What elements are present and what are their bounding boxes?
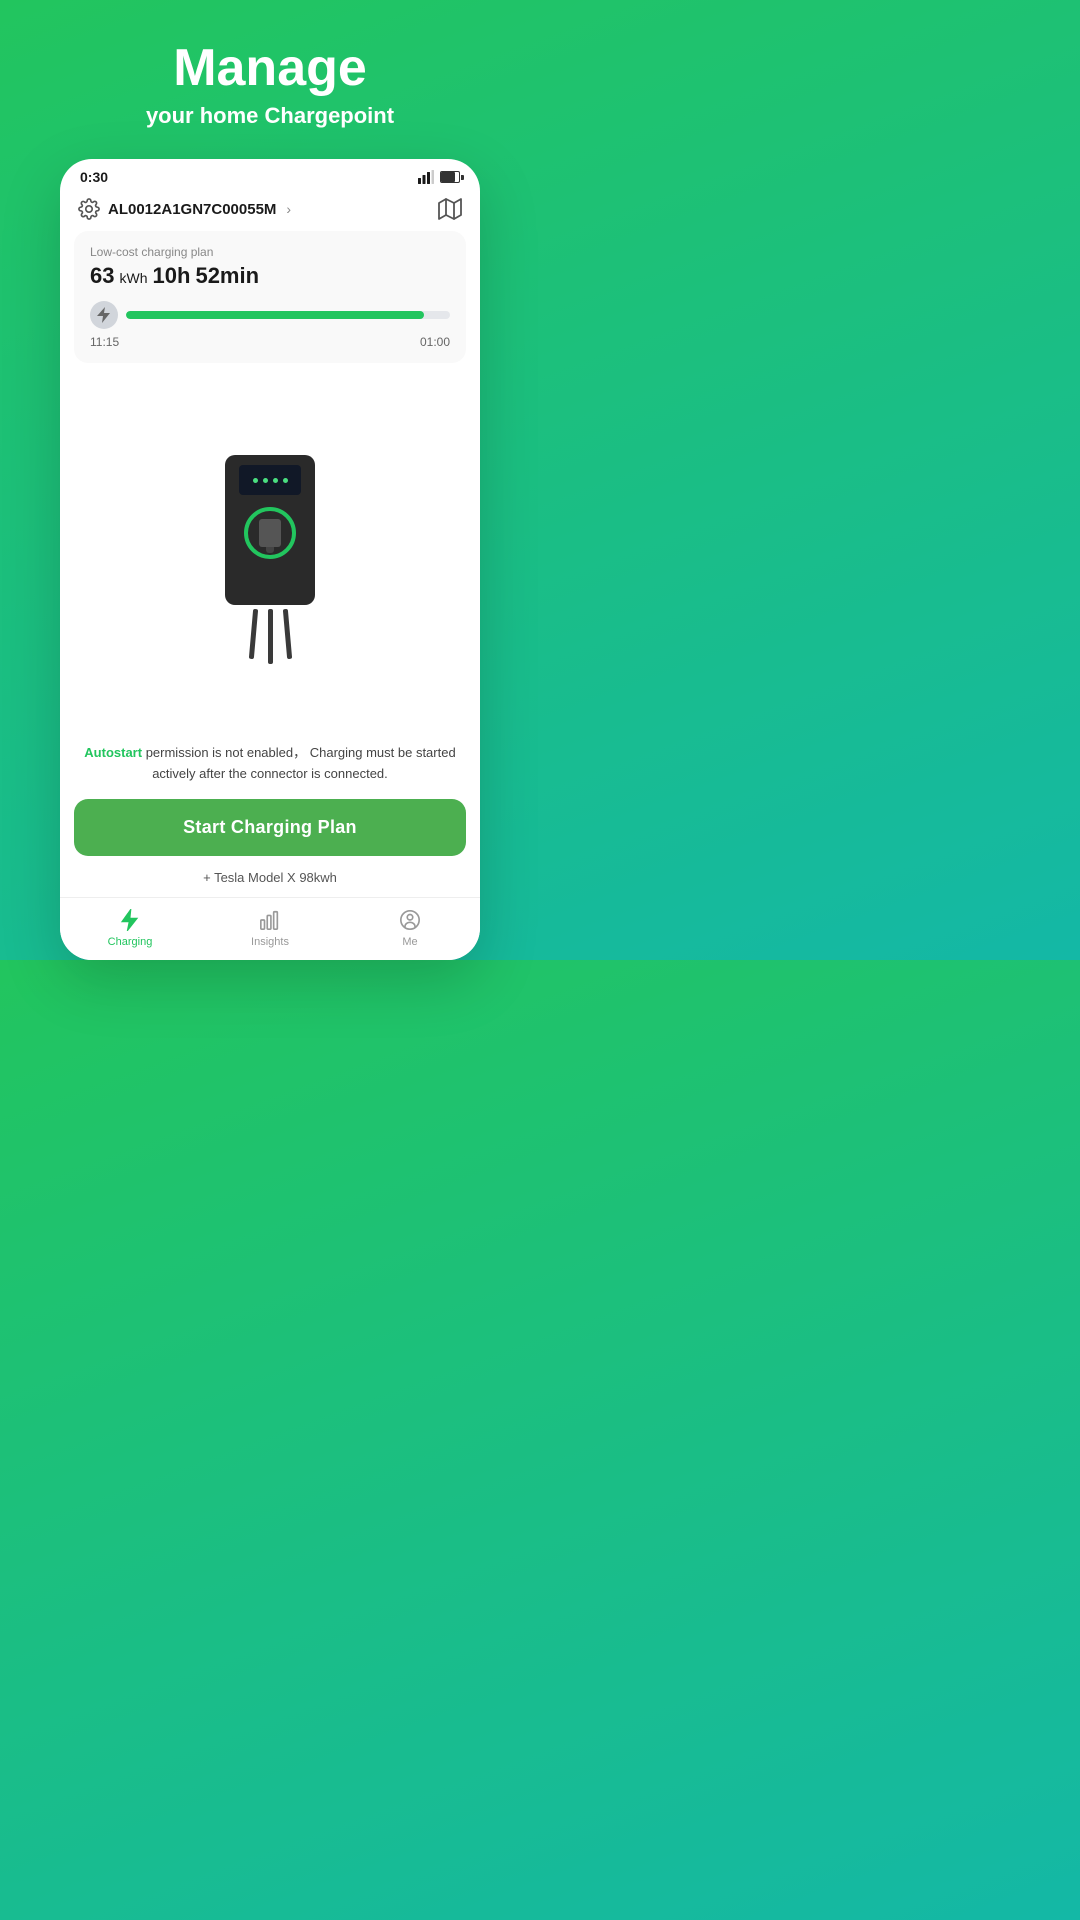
device-name: AL0012A1GN7C00055M — [108, 201, 276, 218]
charger-illustration — [210, 455, 330, 655]
phone-card: 0:30 AL0012A1GN7C00055M › — [60, 159, 480, 960]
plan-hours: 10h — [153, 263, 191, 288]
time-labels: 11:15 01:00 — [90, 335, 450, 349]
map-icon[interactable] — [438, 197, 462, 221]
vehicle-row: + Tesla Model X 98kwh — [60, 866, 480, 897]
header-title: Manage — [20, 40, 520, 97]
start-charging-button[interactable]: Start Charging Plan — [74, 799, 466, 856]
device-header: AL0012A1GN7C00055M › — [60, 191, 480, 231]
progress-bar-fill — [126, 311, 424, 319]
add-vehicle-label[interactable]: + Tesla Model X 98kwh — [203, 870, 337, 885]
plan-stats: 63 kWh 10h 52min — [90, 263, 450, 289]
insights-tab-label: Insights — [251, 936, 289, 948]
autostart-link[interactable]: Autostart — [84, 745, 142, 760]
autostart-text: Autostart permission is not enabled， Cha… — [60, 743, 480, 799]
status-bar: 0:30 — [60, 159, 480, 191]
progress-bar — [126, 311, 450, 319]
tab-charging[interactable]: Charging — [60, 898, 200, 960]
charging-icon — [118, 908, 142, 932]
tab-me[interactable]: Me — [340, 898, 480, 960]
plan-label: Low-cost charging plan — [90, 245, 450, 259]
tab-insights[interactable]: Insights — [200, 898, 340, 960]
chevron-icon: › — [286, 201, 291, 217]
plan-kwh-unit: kWh — [120, 270, 148, 286]
plan-minutes: 52min — [195, 263, 259, 288]
bolt-circle — [90, 301, 118, 329]
signal-icon — [418, 170, 434, 184]
status-icons — [418, 170, 460, 184]
time-start: 11:15 — [90, 335, 119, 349]
app-header: Manage your home Chargepoint — [0, 0, 540, 149]
charger-image-area — [60, 363, 480, 743]
plan-kwh: 63 — [90, 263, 114, 288]
time-end: 01:00 — [420, 335, 450, 349]
bolt-icon — [97, 307, 111, 323]
device-left: AL0012A1GN7C00055M › — [78, 198, 291, 220]
insights-icon — [258, 908, 282, 932]
me-tab-label: Me — [402, 936, 417, 948]
me-icon — [398, 908, 422, 932]
header-subtitle: your home Chargepoint — [20, 103, 520, 129]
battery-icon — [440, 171, 460, 183]
bottom-nav: Charging Insights Me — [60, 897, 480, 960]
progress-row — [90, 301, 450, 329]
charging-tab-label: Charging — [108, 936, 153, 948]
autostart-description: permission is not enabled， Charging must… — [142, 745, 456, 781]
gear-icon[interactable] — [78, 198, 100, 220]
time-display: 0:30 — [80, 169, 108, 185]
charging-plan-card: Low-cost charging plan 63 kWh 10h 52min … — [74, 231, 466, 363]
